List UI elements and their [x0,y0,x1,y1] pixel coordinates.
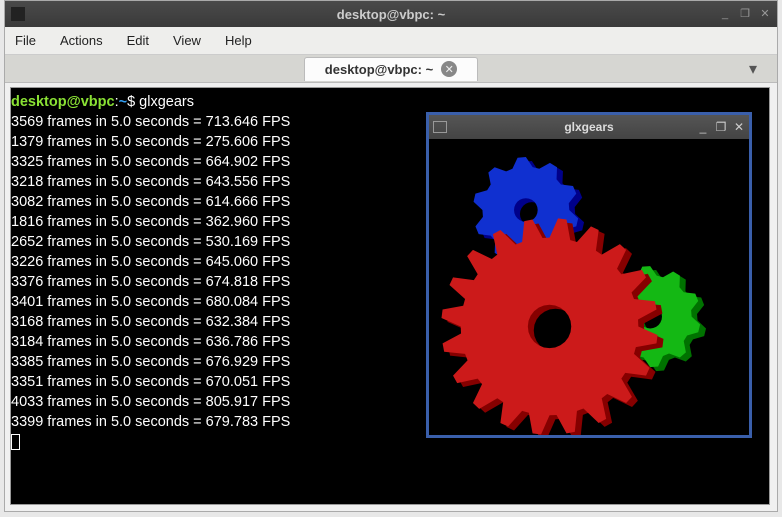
tab-close-icon[interactable]: ✕ [441,61,457,77]
menu-file[interactable]: File [15,33,36,48]
cursor [11,434,20,450]
window-icon [11,7,25,21]
tab-terminal[interactable]: desktop@vbpc: ~ ✕ [304,57,478,81]
glxgears-titlebar[interactable]: glxgears _ ❐ ✕ [429,115,749,139]
prompt-path: ~ [119,94,127,110]
red-gear-icon [441,218,657,434]
menubar: File Actions Edit View Help [5,27,777,55]
prompt-user: desktop@vbpc [11,94,115,110]
glxgears-title: glxgears [564,120,613,134]
menu-view[interactable]: View [173,33,201,48]
glxgears-canvas [429,139,749,435]
window-titlebar[interactable]: desktop@vbpc: ~ _ ❐ ✕ [5,1,777,27]
menu-help[interactable]: Help [225,33,252,48]
close-icon[interactable]: ✕ [759,8,771,20]
close-icon[interactable]: ✕ [733,121,745,133]
tab-label: desktop@vbpc: ~ [325,62,433,77]
menu-actions[interactable]: Actions [60,33,103,48]
prompt-command: glxgears [139,94,194,110]
prompt-line: desktop@vbpc:~$ glxgears [11,92,769,112]
window-title: desktop@vbpc: ~ [337,7,445,22]
glxgears-window[interactable]: glxgears _ ❐ ✕ [426,112,752,438]
minimize-icon[interactable]: _ [719,8,731,20]
menu-edit[interactable]: Edit [127,33,149,48]
minimize-icon[interactable]: _ [697,121,709,133]
tab-add-icon[interactable]: ▾ [749,59,757,79]
maximize-icon[interactable]: ❐ [715,121,727,133]
maximize-icon[interactable]: ❐ [739,8,751,20]
glxgears-window-icon [433,121,447,133]
tab-bar: desktop@vbpc: ~ ✕ ▾ [5,55,777,83]
